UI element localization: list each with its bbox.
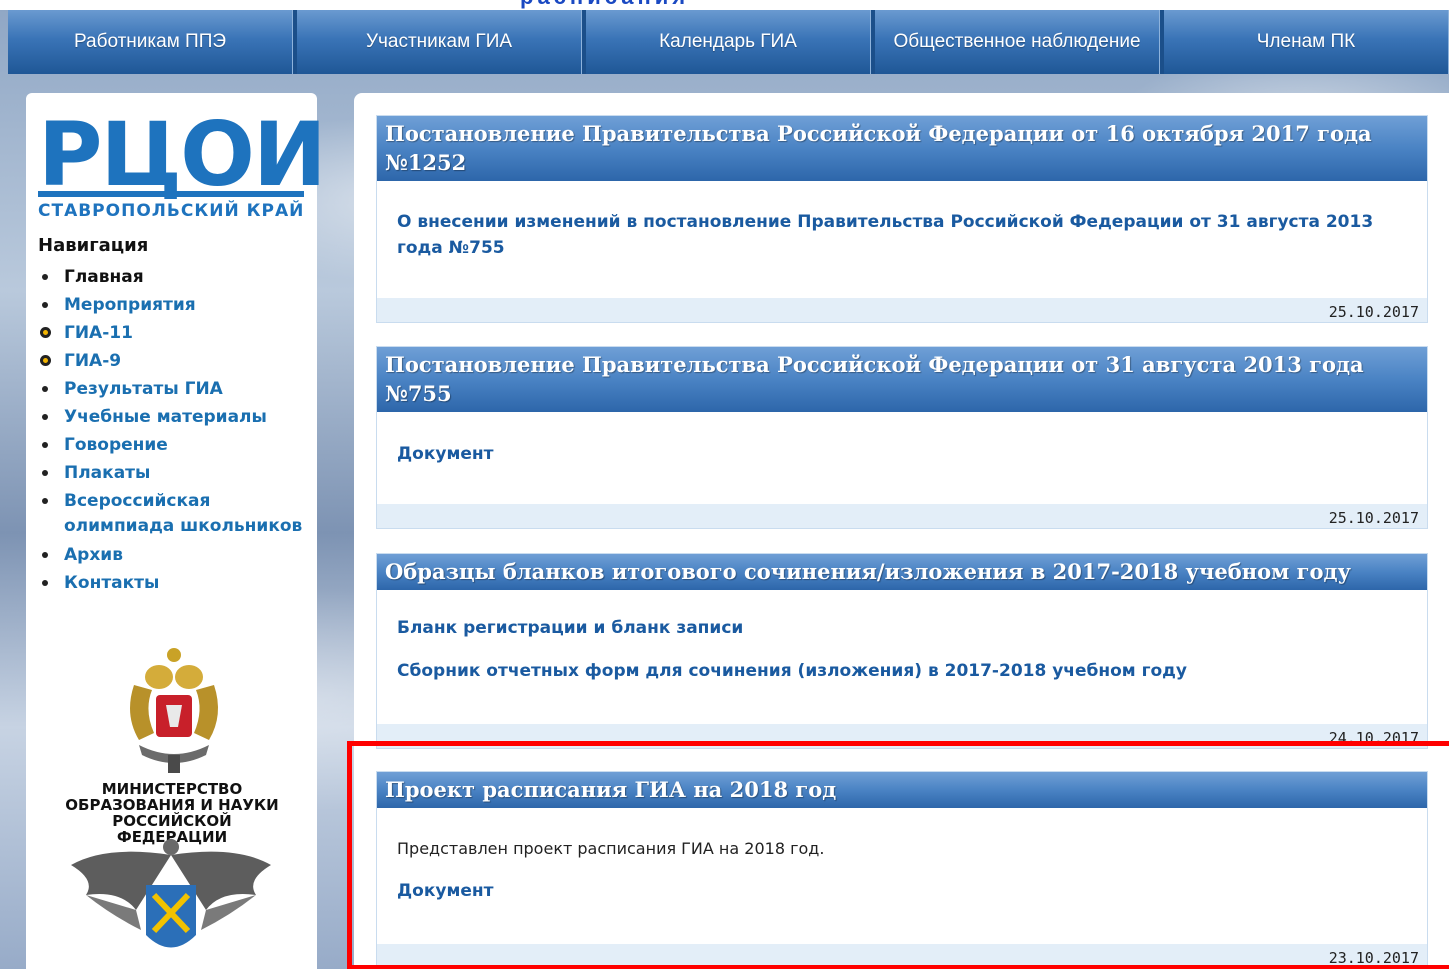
- news-article: Проект расписания ГИА на 2018 год Предст…: [376, 771, 1428, 969]
- sidebar-item-label: Результаты ГИА: [64, 379, 223, 399]
- article-title[interactable]: Проект расписания ГИА на 2018 год: [377, 772, 1427, 808]
- article-text: Представлен проект расписания ГИА на 201…: [397, 839, 825, 858]
- site-logo[interactable]: РЦОИ: [38, 111, 327, 199]
- logo-underline: [38, 191, 304, 197]
- article-date: 25.10.2017: [377, 504, 1427, 528]
- sidebar-nav: Главная Мероприятия ГИА-11 ГИА-9 Результ…: [40, 263, 320, 597]
- sidebar-item-contacts[interactable]: Контакты: [40, 569, 320, 597]
- main-content: Постановление Правительства Российской Ф…: [354, 93, 1449, 969]
- sidebar-item-label: Мероприятия: [64, 295, 196, 315]
- sidebar-item-gia-results[interactable]: Результаты ГИА: [40, 375, 320, 403]
- sidebar-item-olympiad[interactable]: Всероссийская олимпиада школьников: [40, 487, 320, 541]
- rosobrnadzor-emblem-icon[interactable]: [66, 835, 276, 969]
- document-link[interactable]: Документ: [397, 878, 1407, 904]
- coat-of-arms-icon[interactable]: [114, 645, 234, 777]
- top-strip: расписания: [0, 0, 1449, 10]
- expand-bullet-icon: [40, 327, 51, 338]
- bullet-icon: [42, 498, 48, 504]
- article-date: 23.10.2017: [377, 944, 1427, 968]
- sidebar-item-label: ГИА-9: [64, 351, 122, 371]
- sidebar-item-posters[interactable]: Плакаты: [40, 459, 320, 487]
- bullet-icon: [42, 302, 48, 308]
- sidebar-item-label: Учебные материалы: [64, 407, 267, 427]
- expand-bullet-icon: [40, 355, 51, 366]
- article-title[interactable]: Постановление Правительства Российской Ф…: [377, 116, 1427, 181]
- article-body: Бланк регистрации и бланк записи Сборник…: [377, 590, 1427, 684]
- article-link[interactable]: Сборник отчетных форм для сочинения (изл…: [397, 658, 1407, 684]
- nav-item-gia-participants[interactable]: Участникам ГИА: [297, 10, 582, 74]
- bullet-icon: [42, 470, 48, 476]
- bullet-icon: [42, 552, 48, 558]
- top-navbar: Работникам ППЭ Участникам ГИА Календарь …: [8, 10, 1449, 74]
- news-article: Постановление Правительства Российской Ф…: [376, 115, 1428, 323]
- sidebar-item-label: Контакты: [64, 573, 160, 593]
- navigation-heading: Навигация: [38, 235, 149, 256]
- sidebar-item-label: ГИА-11: [64, 323, 133, 343]
- sidebar-item-materials[interactable]: Учебные материалы: [40, 403, 320, 431]
- sidebar-item-label: Архив: [64, 545, 123, 565]
- sidebar: РЦОИ СТАВРОПОЛЬСКИЙ КРАЙ Навигация Главн…: [26, 93, 327, 969]
- article-link[interactable]: О внесении изменений в постановление Пра…: [397, 209, 1407, 261]
- article-body: О внесении изменений в постановление Пра…: [377, 181, 1427, 261]
- sidebar-item-label: Говорение: [64, 435, 168, 455]
- nav-item-pk-members[interactable]: Членам ПК: [1164, 10, 1449, 74]
- news-article: Постановление Правительства Российской Ф…: [376, 346, 1428, 529]
- sidebar-item-gia-9[interactable]: ГИА-9: [40, 347, 320, 375]
- article-date: 25.10.2017: [377, 298, 1427, 322]
- logo-region: СТАВРОПОЛЬСКИЙ КРАЙ: [38, 201, 305, 221]
- nav-item-public-observation[interactable]: Общественное наблюдение: [875, 10, 1160, 74]
- sidebar-item-label: Плакаты: [64, 463, 151, 483]
- article-link[interactable]: Бланк регистрации и бланк записи: [397, 615, 1407, 641]
- document-link[interactable]: Документ: [397, 441, 1407, 467]
- bullet-icon: [42, 580, 48, 586]
- news-article: Образцы бланков итогового сочинения/изло…: [376, 553, 1428, 749]
- cut-page-title: расписания: [520, 0, 689, 10]
- sidebar-item-home[interactable]: Главная: [40, 263, 320, 291]
- nav-item-ppe-workers[interactable]: Работникам ППЭ: [8, 10, 293, 74]
- sidebar-item-events[interactable]: Мероприятия: [40, 291, 320, 319]
- nav-item-gia-calendar[interactable]: Календарь ГИА: [586, 10, 871, 74]
- sidebar-item-label: Всероссийская олимпиада школьников: [64, 491, 303, 536]
- article-date: 24.10.2017: [377, 724, 1427, 748]
- sidebar-item-label: Главная: [64, 267, 144, 287]
- bullet-icon: [42, 386, 48, 392]
- sidebar-item-gia-11[interactable]: ГИА-11: [40, 319, 320, 347]
- article-body: Документ: [377, 412, 1427, 467]
- bullet-icon: [42, 414, 48, 420]
- article-body: Представлен проект расписания ГИА на 201…: [377, 808, 1427, 904]
- article-title[interactable]: Постановление Правительства Российской Ф…: [377, 347, 1427, 412]
- sidebar-item-archive[interactable]: Архив: [40, 541, 320, 569]
- bullet-icon: [42, 274, 48, 280]
- bullet-icon: [42, 442, 48, 448]
- sidebar-item-speaking[interactable]: Говорение: [40, 431, 320, 459]
- article-title[interactable]: Образцы бланков итогового сочинения/изло…: [377, 554, 1427, 590]
